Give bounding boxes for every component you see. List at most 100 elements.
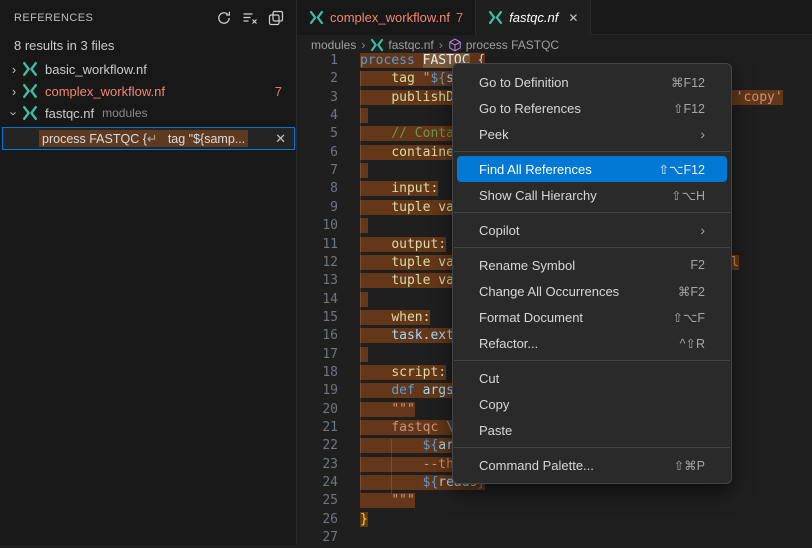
menu-item-copilot[interactable]: Copilot›: [457, 217, 727, 243]
line-number: 18: [297, 365, 338, 383]
context-menu: Go to Definition ⌘F12 Go to References ⇧F12…: [452, 63, 732, 484]
nextflow-file-icon: [22, 83, 38, 99]
menu-item-refactor[interactable]: Refactor...^⇧R: [457, 330, 727, 356]
file-row-basic-workflow[interactable]: › basic_workflow.nf: [0, 58, 296, 80]
menu-item-label: Find All References: [479, 162, 592, 177]
line-number: 6: [297, 145, 338, 163]
refresh-icon[interactable]: [214, 8, 234, 28]
line-number: 1: [297, 53, 338, 71]
menu-item-paste[interactable]: Paste: [457, 417, 727, 443]
menu-item-peek[interactable]: Peek ›: [457, 121, 727, 147]
line-number: 10: [297, 218, 338, 236]
file-name: basic_workflow.nf: [45, 62, 147, 77]
menu-item-find-all-references[interactable]: Find All References ⇧⌥F12: [457, 156, 727, 182]
menu-item-label: Peek: [479, 127, 509, 142]
dismiss-result-icon[interactable]: ✕: [275, 131, 286, 147]
menu-item-label: Cut: [479, 371, 499, 386]
menu-item-shortcut: ⇧⌥F12: [659, 162, 705, 177]
nextflow-file-icon: [22, 105, 38, 121]
collapse-all-icon[interactable]: [266, 8, 286, 28]
menu-item-format-document[interactable]: Format Document ⇧⌥F: [457, 304, 727, 330]
file-name: fastqc.nf: [45, 106, 94, 121]
line-number: 22: [297, 438, 338, 456]
menu-item-label: Go to References: [479, 101, 581, 116]
breadcrumb: modules › fastqc.nf › process FASTQC: [297, 35, 812, 54]
code-line[interactable]: [360, 530, 812, 548]
file-row-complex-workflow[interactable]: › complex_workflow.nf 7: [0, 80, 296, 102]
menu-separator: [454, 447, 730, 448]
menu-item-label: Rename Symbol: [479, 258, 575, 273]
nextflow-file-icon: [22, 61, 38, 77]
references-title: REFERENCES: [14, 12, 93, 24]
line-number: 19: [297, 383, 338, 401]
menu-item-label: Go to Definition: [479, 75, 569, 90]
breadcrumb-separator: ›: [439, 38, 443, 52]
line-number: 11: [297, 237, 338, 255]
reference-result-selected[interactable]: process FASTQC {↵ tag "${samp... ✕: [2, 127, 295, 150]
menu-item-cut[interactable]: Cut: [457, 365, 727, 391]
menu-separator: [454, 151, 730, 152]
chevron-down-icon[interactable]: ›: [7, 105, 22, 121]
references-toolbar: [214, 0, 286, 35]
tab-label: complex_workflow.nf: [330, 10, 450, 25]
chevron-right-icon[interactable]: ›: [6, 62, 22, 77]
menu-item-shortcut: ⌘F12: [671, 75, 705, 90]
menu-item-shortcut: F2: [690, 258, 705, 272]
code-line[interactable]: }: [360, 512, 812, 530]
menu-separator: [454, 212, 730, 213]
line-number: 9: [297, 200, 338, 218]
nextflow-file-icon: [488, 10, 503, 25]
line-number: 13: [297, 273, 338, 291]
line-number: 23: [297, 457, 338, 475]
breadcrumb-folder[interactable]: modules: [311, 38, 356, 52]
indent-guide: [391, 439, 392, 494]
menu-item-rename-symbol[interactable]: Rename Symbol F2: [457, 252, 727, 278]
line-number: 7: [297, 163, 338, 181]
line-number: 3: [297, 90, 338, 108]
submenu-arrow-icon: ›: [700, 222, 705, 238]
line-number: 4: [297, 108, 338, 126]
editor-tabbar: complex_workflow.nf 7 fastqc.nf ✕: [297, 0, 812, 35]
menu-item-shortcut: ⇧F12: [673, 101, 705, 116]
close-tab-icon[interactable]: ✕: [568, 11, 578, 25]
line-number: 17: [297, 347, 338, 365]
tab-fastqc[interactable]: fastqc.nf ✕: [476, 0, 591, 35]
results-summary: 8 results in 3 files: [14, 38, 114, 53]
menu-item-go-to-references[interactable]: Go to References ⇧F12: [457, 95, 727, 121]
code-line[interactable]: """: [360, 493, 812, 511]
line-number: 21: [297, 420, 338, 438]
menu-item-label: Format Document: [479, 310, 583, 325]
menu-item-go-to-definition[interactable]: Go to Definition ⌘F12: [457, 69, 727, 95]
indent-guide: [360, 71, 361, 493]
line-number: 15: [297, 310, 338, 328]
chevron-right-icon[interactable]: ›: [6, 84, 22, 99]
references-sidebar: REFERENCES 8 results in 3 files › basic_…: [0, 0, 297, 545]
reference-count-badge: 7: [275, 84, 282, 99]
menu-item-command-palette[interactable]: Command Palette... ⇧⌘P: [457, 452, 727, 478]
menu-item-label: Command Palette...: [479, 458, 594, 473]
menu-item-copy[interactable]: Copy: [457, 391, 727, 417]
line-number: 2: [297, 71, 338, 89]
file-folder-desc: modules: [102, 106, 147, 120]
line-number: 12: [297, 255, 338, 273]
return-symbol: ↵: [147, 132, 157, 146]
tab-complex-workflow[interactable]: complex_workflow.nf 7: [297, 0, 476, 35]
breadcrumb-separator: ›: [361, 38, 365, 52]
menu-item-show-call-hierarchy[interactable]: Show Call Hierarchy⇧⌥H: [457, 182, 727, 208]
submenu-arrow-icon: ›: [700, 126, 705, 142]
breadcrumb-file[interactable]: fastqc.nf: [370, 38, 433, 52]
clear-results-icon[interactable]: [240, 8, 260, 28]
breadcrumb-symbol[interactable]: process FASTQC: [448, 38, 559, 52]
menu-item-change-all-occurrences[interactable]: Change All Occurrences⌘F2: [457, 278, 727, 304]
menu-item-shortcut: ⌘F2: [678, 284, 705, 299]
menu-item-shortcut: ⇧⌥F: [672, 310, 705, 325]
references-header: REFERENCES: [0, 0, 296, 35]
menu-item-label: Copy: [479, 397, 509, 412]
line-number: 25: [297, 493, 338, 511]
menu-item-shortcut: ⇧⌘P: [674, 458, 705, 473]
line-number: 24: [297, 475, 338, 493]
file-row-fastqc[interactable]: › fastqc.nf modules: [0, 102, 296, 124]
line-number: 27: [297, 530, 338, 548]
menu-separator: [454, 247, 730, 248]
menu-item-shortcut: ^⇧R: [680, 336, 705, 351]
